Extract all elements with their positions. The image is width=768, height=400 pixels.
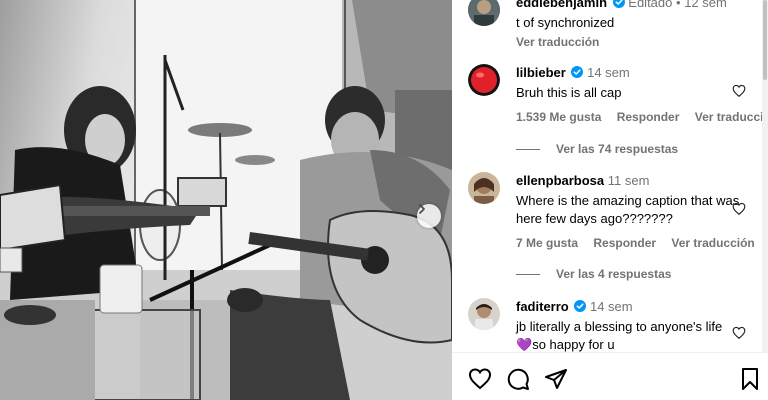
comment-time[interactable]: 14 sem <box>590 299 633 314</box>
comment-time[interactable]: 14 sem <box>587 65 630 80</box>
comment-text-line1: jb literally a blessing to anyone's life <box>516 319 723 334</box>
separator-dot: • <box>676 0 681 10</box>
edited-label: Editado <box>628 0 673 10</box>
view-replies-button[interactable]: Ver las 4 respuestas <box>516 267 671 281</box>
avatar[interactable] <box>468 64 500 96</box>
purple-heart-emoji: 💜 <box>516 337 533 352</box>
see-translation-link[interactable]: Ver traducción <box>671 236 754 250</box>
reply-button[interactable]: Responder <box>593 236 656 250</box>
comment-username[interactable]: eddiebenjamin <box>516 0 607 10</box>
heart-icon[interactable] <box>732 84 746 98</box>
heart-icon[interactable] <box>732 202 746 216</box>
post-photo[interactable] <box>0 0 452 400</box>
view-replies-label: Ver las 4 respuestas <box>556 267 672 281</box>
heart-icon[interactable] <box>468 367 492 391</box>
avatar-image <box>468 298 500 330</box>
comment-text: Bruh this is all cap <box>516 85 622 100</box>
comment-text: Where is the amazing caption that was he… <box>516 193 740 226</box>
reply-button[interactable]: Responder <box>617 110 680 124</box>
comment-text: t of synchronized <box>516 15 615 30</box>
replies-divider <box>516 273 540 275</box>
avatar-image <box>468 64 500 96</box>
comments-scrollbar[interactable] <box>762 0 768 352</box>
view-replies-label: Ver las 74 respuestas <box>556 142 679 156</box>
view-replies-button[interactable]: Ver las 74 respuestas <box>516 142 678 156</box>
comment-username[interactable]: lilbieber <box>516 65 566 80</box>
share-icon[interactable] <box>544 367 568 391</box>
verified-badge-icon <box>574 300 587 312</box>
comment-username[interactable]: ellenpbarbosa <box>516 173 604 188</box>
comments-list[interactable]: eddiebenjamin Editado • 12 sem t of sync… <box>452 0 762 352</box>
comment-time[interactable]: 11 sem <box>608 173 650 188</box>
comments-panel: eddiebenjamin Editado • 12 sem t of sync… <box>452 0 768 400</box>
replies-divider <box>516 148 540 150</box>
heart-icon[interactable] <box>732 326 746 340</box>
see-translation-link[interactable]: Ver traducción <box>516 35 599 49</box>
bookmark-icon[interactable] <box>738 367 762 391</box>
comment-text-line2: so happy for u <box>532 337 615 352</box>
avatar-image <box>468 172 500 204</box>
scrollbar-thumb[interactable] <box>763 0 767 80</box>
comment-time[interactable]: 12 sem <box>684 0 727 10</box>
chevron-right-icon <box>419 204 425 214</box>
like-count[interactable]: 1.539 Me gusta <box>516 110 601 124</box>
avatar[interactable] <box>468 0 500 26</box>
see-translation-link[interactable]: Ver traducción <box>695 110 762 124</box>
post-action-bar <box>452 352 768 400</box>
avatar[interactable] <box>468 298 500 330</box>
avatar-image <box>468 0 500 26</box>
photo-illustration <box>0 0 452 400</box>
comment-icon[interactable] <box>506 367 530 391</box>
comment-username[interactable]: faditerro <box>516 299 569 314</box>
verified-badge-icon <box>571 66 584 78</box>
comment-text-line2-wrapper: 💜so happy for u <box>516 336 746 352</box>
verified-badge-icon <box>612 0 625 8</box>
next-photo-button[interactable] <box>417 204 441 228</box>
like-count[interactable]: 7 Me gusta <box>516 236 578 250</box>
avatar[interactable] <box>468 172 500 204</box>
